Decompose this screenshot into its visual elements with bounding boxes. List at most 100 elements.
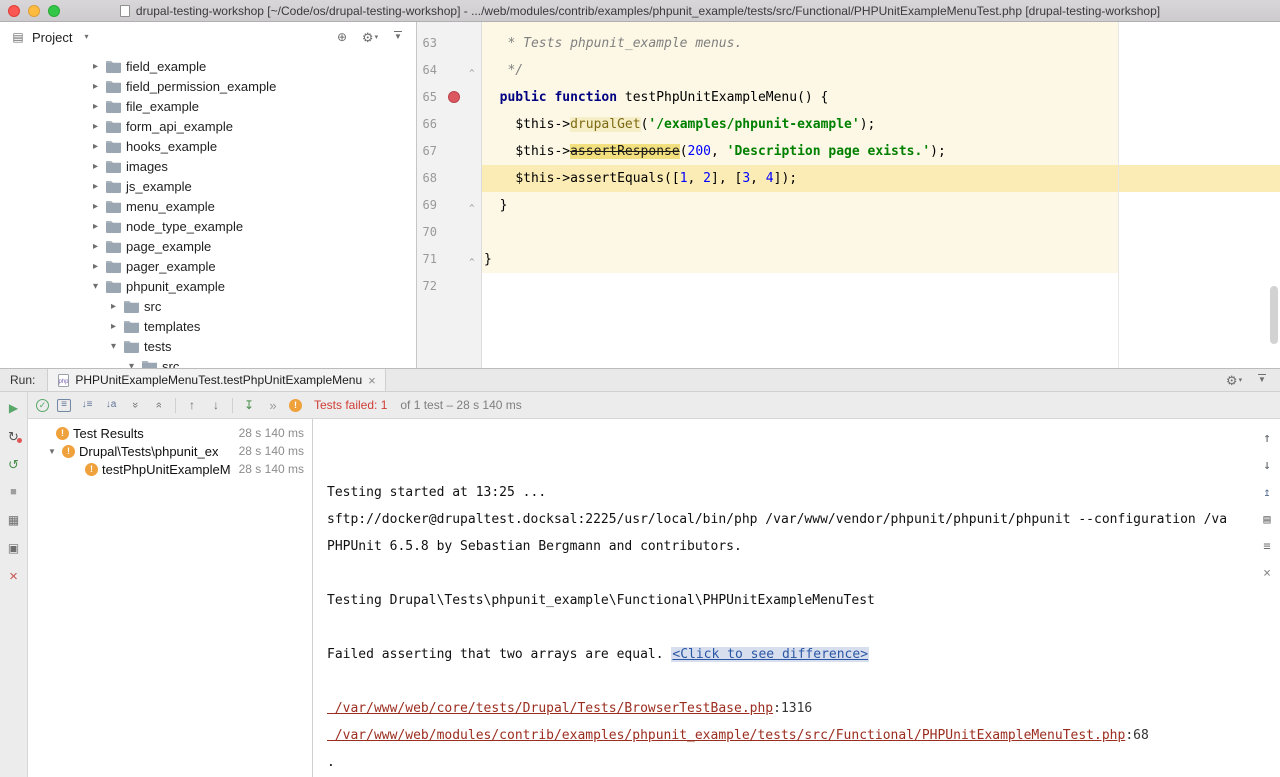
chevron-right-icon[interactable]: ▸ xyxy=(90,161,101,172)
close-icon[interactable]: × xyxy=(6,568,22,584)
prev-failed-icon[interactable]: ↑ xyxy=(184,397,200,413)
project-item-templates[interactable]: ▸templates xyxy=(0,316,416,336)
code-line-64[interactable]: 64› */ xyxy=(417,57,1280,84)
chevron-right-icon[interactable]: ▸ xyxy=(90,101,101,112)
chevron-more-icon[interactable]: » xyxy=(265,397,281,413)
chevron-right-icon[interactable]: ▸ xyxy=(108,301,119,312)
code-line-71[interactable]: 71›} xyxy=(417,246,1280,273)
file-link[interactable]: /var/www/web/modules/contrib/examples/ph… xyxy=(327,728,1125,743)
chevron-right-icon[interactable]: ▸ xyxy=(90,201,101,212)
project-item-phpunit_example[interactable]: ▾phpunit_example xyxy=(0,276,416,296)
project-item-src[interactable]: ▾src xyxy=(0,356,416,368)
export-console-icon[interactable]: ↥ xyxy=(1259,484,1275,500)
project-item-page_example[interactable]: ▸page_example xyxy=(0,236,416,256)
test-tree-item[interactable]: Test Results28 s 140 ms xyxy=(28,424,312,442)
project-panel-title[interactable]: Project xyxy=(32,30,72,45)
next-failed-icon[interactable]: ↓ xyxy=(208,397,224,413)
code-line-63[interactable]: 63 * Tests phpunit_example menus. xyxy=(417,30,1280,57)
import-results-icon[interactable]: ↧ xyxy=(241,397,257,413)
gear-icon[interactable]: ⚙ xyxy=(362,29,378,45)
chevron-right-icon[interactable]: ▸ xyxy=(90,61,101,72)
test-console[interactable]: Testing started at 13:25 ...sftp://docke… xyxy=(313,419,1280,777)
project-item-file_example[interactable]: ▸file_example xyxy=(0,96,416,116)
project-item-node_type_example[interactable]: ▸node_type_example xyxy=(0,216,416,236)
fold-marker-icon[interactable]: › xyxy=(466,65,477,76)
hide-passed-icon[interactable]: ✓ xyxy=(36,399,49,412)
code-line-72[interactable]: 72 xyxy=(417,273,1280,300)
gutter-line-72[interactable]: 72 xyxy=(417,273,482,300)
code-line-68[interactable]: 68 $this->assertEquals([1, 2], [3, 4]); xyxy=(417,165,1280,192)
sort-duration-icon[interactable]: ↓≡ xyxy=(79,397,95,413)
chevron-down-icon[interactable]: ▼ xyxy=(48,447,58,456)
gutter-line-71[interactable]: 71› xyxy=(417,246,482,273)
chevron-right-icon[interactable]: ▸ xyxy=(90,141,101,152)
chevron-right-icon[interactable]: ▸ xyxy=(90,241,101,252)
code-line-70[interactable]: 70 xyxy=(417,219,1280,246)
test-failed-gutter-icon[interactable] xyxy=(448,91,460,103)
pin-tab-icon[interactable]: ▣ xyxy=(6,540,22,556)
see-difference-link[interactable]: <Click to see difference> xyxy=(671,647,869,662)
expand-all-icon[interactable]: » xyxy=(127,397,143,413)
chevron-right-icon[interactable]: ▸ xyxy=(90,261,101,272)
chevron-down-icon[interactable]: ▾ xyxy=(78,29,94,45)
auto-test-icon[interactable]: ↺ xyxy=(6,456,22,472)
locate-icon[interactable]: ⊕ xyxy=(334,29,350,45)
up-stack-icon[interactable]: ↑ xyxy=(1259,430,1275,446)
gutter-line-64[interactable]: 64› xyxy=(417,57,482,84)
test-tree-item[interactable]: testPhpUnitExampleM28 s 140 ms xyxy=(28,460,312,478)
stop-icon[interactable]: ■ xyxy=(6,484,22,500)
project-item-tests[interactable]: ▾tests xyxy=(0,336,416,356)
code-line-65[interactable]: 65 public function testPhpUnitExampleMen… xyxy=(417,84,1280,111)
fold-marker-icon[interactable]: › xyxy=(466,254,477,265)
gutter-line-63[interactable]: 63 xyxy=(417,30,482,57)
rerun-failed-icon[interactable]: ↻ xyxy=(6,428,22,444)
chevron-right-icon[interactable]: ▸ xyxy=(90,81,101,92)
chevron-down-icon[interactable]: ▾ xyxy=(90,281,101,292)
toggle-console-icon[interactable]: ≡ xyxy=(57,399,71,412)
file-link[interactable]: /var/www/web/core/tests/Drupal/Tests/Bro… xyxy=(327,701,773,716)
project-item-pager_example[interactable]: ▸pager_example xyxy=(0,256,416,276)
restore-layout-icon[interactable]: ▦ xyxy=(6,512,22,528)
collapse-all-icon[interactable]: » xyxy=(151,397,167,413)
code-line-69[interactable]: 69› } xyxy=(417,192,1280,219)
chevron-right-icon[interactable]: ▸ xyxy=(90,221,101,232)
code-editor[interactable]: 63 * Tests phpunit_example menus.64› */6… xyxy=(417,22,1280,368)
chevron-down-icon[interactable]: ▾ xyxy=(108,341,119,352)
gutter-line-65[interactable]: 65 xyxy=(417,84,482,111)
rerun-icon[interactable]: ▶ xyxy=(6,400,22,416)
chevron-down-icon[interactable]: ▾ xyxy=(126,361,137,369)
project-item-form_api_example[interactable]: ▸form_api_example xyxy=(0,116,416,136)
project-item-hooks_example[interactable]: ▸hooks_example xyxy=(0,136,416,156)
down-stack-icon[interactable]: ↓ xyxy=(1259,457,1275,473)
code-line-66[interactable]: 66 $this->drupalGet('/examples/phpunit-e… xyxy=(417,111,1280,138)
sort-alpha-icon[interactable]: ↓a xyxy=(103,397,119,413)
code-line-67[interactable]: 67 $this->assertResponse(200, 'Descripti… xyxy=(417,138,1280,165)
zoom-window-button[interactable] xyxy=(48,5,60,17)
test-tree-item[interactable]: ▼Drupal\Tests\phpunit_ex28 s 140 ms xyxy=(28,442,312,460)
project-item-field_permission_example[interactable]: ▸field_permission_example xyxy=(0,76,416,96)
print-icon[interactable]: ▤ xyxy=(1259,511,1275,527)
soft-wrap-icon[interactable]: ≡ xyxy=(1259,538,1275,554)
gutter-line-68[interactable]: 68 xyxy=(417,165,482,192)
hide-panel-icon[interactable]: ▼ xyxy=(390,29,406,45)
fold-marker-icon[interactable]: › xyxy=(466,200,477,211)
gutter-line-66[interactable]: 66 xyxy=(417,111,482,138)
gutter-line-70[interactable]: 70 xyxy=(417,219,482,246)
project-item-js_example[interactable]: ▸js_example xyxy=(0,176,416,196)
gutter-line-69[interactable]: 69› xyxy=(417,192,482,219)
close-window-button[interactable] xyxy=(8,5,20,17)
editor-scrollbar[interactable] xyxy=(1270,286,1278,344)
hide-panel-icon[interactable]: ▼ xyxy=(1254,372,1270,388)
minimize-window-button[interactable] xyxy=(28,5,40,17)
chevron-right-icon[interactable]: ▸ xyxy=(90,121,101,132)
chevron-right-icon[interactable]: ▸ xyxy=(108,321,119,332)
project-item-menu_example[interactable]: ▸menu_example xyxy=(0,196,416,216)
clear-console-icon[interactable]: × xyxy=(1259,565,1275,581)
gear-icon[interactable]: ⚙ xyxy=(1226,372,1242,388)
project-item-src[interactable]: ▸src xyxy=(0,296,416,316)
project-item-field_example[interactable]: ▸field_example xyxy=(0,56,416,76)
close-tab-icon[interactable]: × xyxy=(368,374,376,387)
chevron-right-icon[interactable]: ▸ xyxy=(90,181,101,192)
run-tab[interactable]: php PHPUnitExampleMenuTest.testPhpUnitEx… xyxy=(47,369,385,391)
project-item-images[interactable]: ▸images xyxy=(0,156,416,176)
